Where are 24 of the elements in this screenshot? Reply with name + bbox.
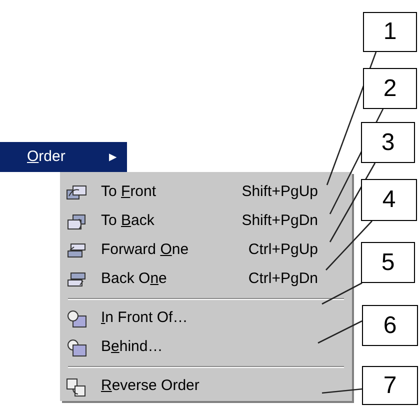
menu-item-highlighted[interactable]: Order ▶ [0,142,127,172]
menu-item[interactable]: In Front Of… [101,307,318,330]
shortcut-text: Ctrl+PgUp [248,240,318,260]
leader-line [322,388,362,394]
shortcut-text: Ctrl+PgDn [248,269,318,290]
callout-label: 3 [361,122,415,163]
shortcut-text: Shift+PgDn [242,211,318,232]
menu-item[interactable]: Behind… [101,336,318,359]
callout-label: 5 [361,242,415,283]
menu-item[interactable]: To Front [101,181,242,204]
shapes-icon [65,336,89,358]
callout-label: 7 [362,366,418,405]
menu-item[interactable]: Reverse Order [101,375,318,398]
leader-line [322,282,362,305]
menu-item[interactable]: To Back [101,210,242,233]
leader-line [318,320,362,344]
menu-item[interactable]: Back One [101,268,248,291]
shortcut-text: Shift+PgUp [242,182,318,202]
callout-label: 6 [362,305,418,346]
callout-label: 4 [361,179,417,221]
callout-label: 2 [363,68,417,109]
menu-item[interactable]: Forward One [101,239,248,262]
callout-label: 1 [363,12,417,52]
shapes-icon [65,308,89,330]
